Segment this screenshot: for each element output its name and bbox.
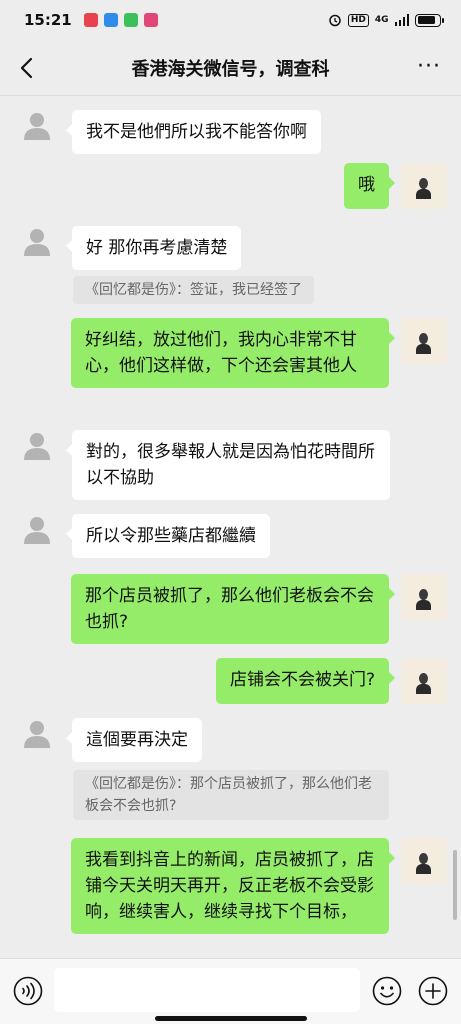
status-bar: 15:21 HD 4G [0, 0, 461, 40]
signal-icon [394, 14, 409, 26]
notification-icons [83, 13, 158, 27]
message-bubble[interactable]: 我不是他們所以我不能答你啊 [66, 110, 321, 154]
message-bubble[interactable]: 對的，很多舉報人就是因為怕花時間所以不協助 [66, 430, 390, 500]
message-bubble[interactable]: 那个店员被抓了，那么他们老板会不会也抓? [71, 574, 395, 644]
avatar-default-icon[interactable] [22, 226, 52, 256]
message-received: 我不是他們所以我不能答你啊 [22, 110, 321, 154]
network-type: 4G [374, 15, 389, 25]
emoji-icon[interactable] [371, 975, 403, 1007]
avatar[interactable] [401, 658, 447, 704]
message-list[interactable]: 我不是他們所以我不能答你啊 哦 好 那你再考慮清楚 《回忆都是伤》：签证，我已经… [0, 96, 461, 958]
avatar[interactable] [401, 318, 447, 364]
message-sent: 店铺会不会被关门? [215, 658, 447, 704]
home-indicator[interactable] [155, 1016, 307, 1021]
message-sent: 哦 [344, 163, 447, 209]
quoted-reply[interactable]: 《回忆都是伤》：签证，我已经签了 [73, 276, 314, 304]
alarm-icon [329, 14, 341, 27]
message-bubble[interactable]: 哦 [344, 163, 395, 209]
avatar-default-icon[interactable] [22, 718, 52, 748]
app-notification-icon [103, 13, 118, 27]
avatar[interactable] [401, 838, 447, 884]
avatar-default-icon[interactable] [22, 430, 52, 460]
message-received: 對的，很多舉報人就是因為怕花時間所以不協助 [22, 430, 390, 500]
message-bubble[interactable]: 所以令那些藥店都繼續 [66, 514, 270, 558]
voice-icon[interactable] [12, 975, 44, 1007]
app-notification-icon [83, 13, 98, 27]
input-bar [0, 958, 461, 1024]
chevron-left-icon[interactable] [16, 56, 38, 80]
message-received: 所以令那些藥店都繼續 [22, 514, 270, 558]
quoted-reply[interactable]: 《回忆都是伤》：那个店员被抓了，那么他们老板会不会也抓? [73, 770, 389, 820]
avatar[interactable] [401, 163, 447, 209]
message-sent: 那个店员被抓了，那么他们老板会不会也抓? [71, 574, 447, 644]
chat-title: 香港海关微信号，调查科 [131, 58, 330, 80]
message-bubble[interactable]: 好 那你再考慮清楚 [65, 226, 242, 270]
plus-icon[interactable] [417, 975, 449, 1007]
message-received: 這個要再決定 [22, 718, 202, 762]
message-sent: 好纠结，放过他们，我内心非常不甘心，他们这样做，下个还会害其他人 [71, 318, 447, 388]
message-input[interactable] [54, 968, 360, 1012]
message-bubble[interactable]: 我看到抖音上的新闻，店员被抓了，店铺今天关明天再开，反正老板不会受影响，继续害人… [71, 838, 395, 934]
avatar-default-icon[interactable] [22, 514, 52, 544]
message-bubble[interactable]: 這個要再決定 [66, 718, 202, 762]
message-sent: 我看到抖音上的新闻，店员被抓了，店铺今天关明天再开，反正老板不会受影响，继续害人… [71, 838, 447, 934]
message-bubble[interactable]: 店铺会不会被关门? [215, 658, 396, 704]
battery-icon [415, 13, 444, 27]
more-dots-icon[interactable]: ··· [417, 56, 441, 78]
app-notification-icon [143, 13, 158, 27]
avatar-default-icon[interactable] [22, 110, 52, 140]
chat-header: 香港海关微信号，调查科 ··· [0, 40, 461, 96]
message-bubble[interactable]: 好纠结，放过他们，我内心非常不甘心，他们这样做，下个还会害其他人 [71, 318, 395, 388]
message-received: 好 那你再考慮清楚 [22, 226, 242, 270]
avatar[interactable] [401, 574, 447, 620]
status-time: 15:21 [24, 11, 72, 29]
app-notification-icon [123, 13, 138, 27]
hd-badge: HD [347, 13, 369, 27]
scrollbar[interactable] [453, 850, 457, 920]
